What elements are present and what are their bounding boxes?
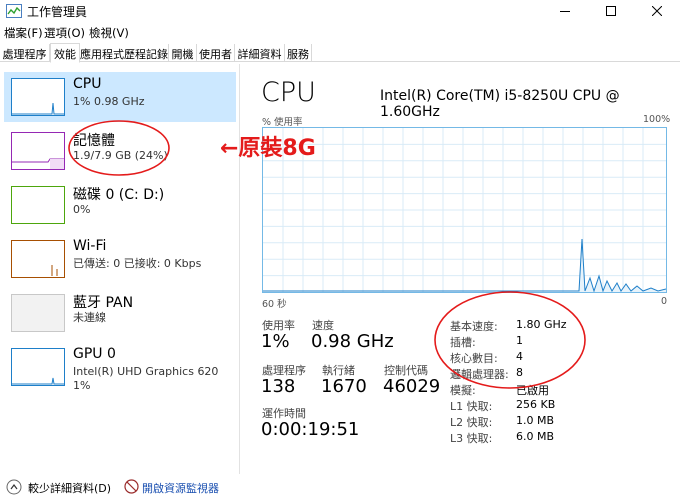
memory-highlight-ellipse bbox=[68, 120, 170, 176]
annotation-text: ←原裝8G bbox=[220, 136, 316, 161]
annotation-overlay bbox=[68, 120, 586, 389]
specs-highlight-ellipse bbox=[434, 291, 586, 389]
